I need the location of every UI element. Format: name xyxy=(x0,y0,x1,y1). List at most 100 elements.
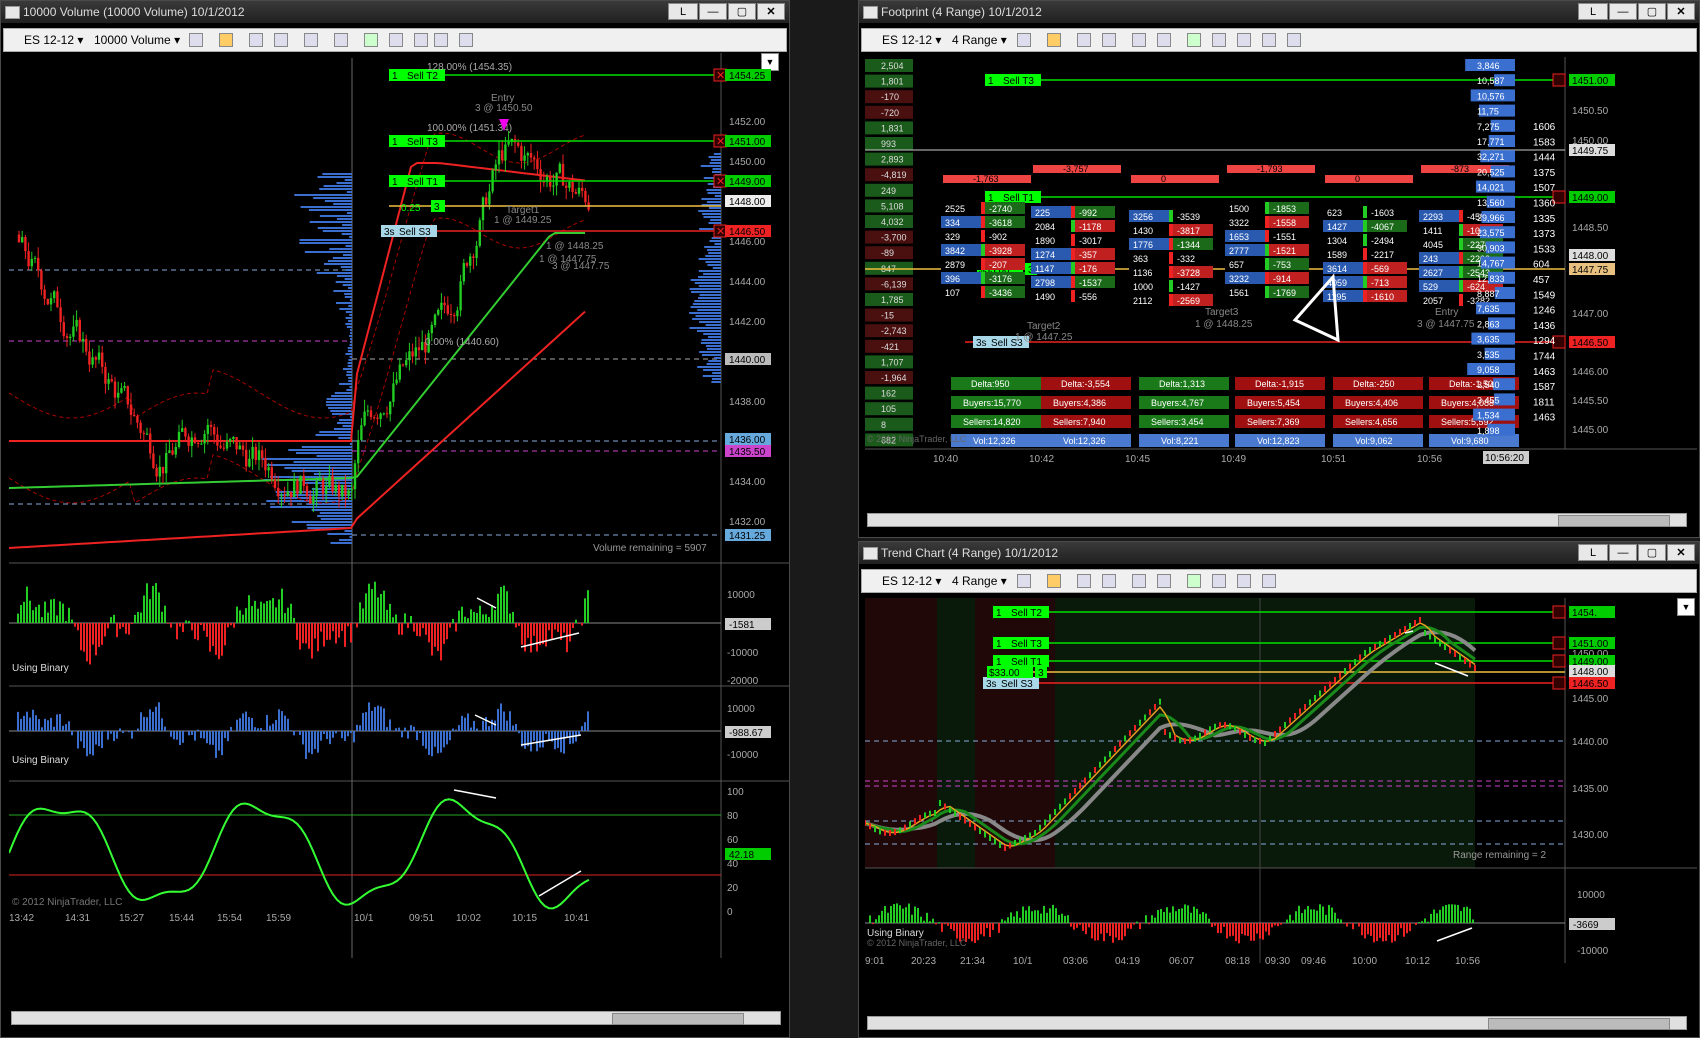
instrument-selector[interactable]: ES 12-12 ▾ xyxy=(882,32,941,48)
strategies-icon[interactable] xyxy=(414,33,428,47)
footprint-bid: 2293 xyxy=(1423,212,1443,222)
bar-type-icon[interactable] xyxy=(1017,574,1031,588)
link-button[interactable]: L xyxy=(668,3,698,20)
histogram-bar xyxy=(1181,908,1183,923)
trend-chart-area[interactable]: 1 Sell T2 1 Sell T3 1 Sell T1 3s Sell S3 $33.00 3… xyxy=(865,598,1697,1016)
minimize-icon[interactable]: — xyxy=(1609,544,1637,561)
zoom-out-icon[interactable] xyxy=(1102,33,1116,47)
link-button[interactable]: L xyxy=(1578,544,1608,561)
strategies-icon[interactable] xyxy=(1237,574,1251,588)
period-selector[interactable]: 4 Range ▾ xyxy=(952,573,1007,589)
crosshair-icon[interactable] xyxy=(1132,33,1146,47)
title-bar[interactable]: Trend Chart (4 Range) 10/1/2012 L — ▢ ✕ xyxy=(859,542,1699,564)
candle-body xyxy=(139,422,142,433)
candle-body xyxy=(1379,641,1381,647)
candle-body xyxy=(382,413,385,415)
indicators-icon[interactable] xyxy=(1212,574,1226,588)
histogram-bar xyxy=(497,593,499,623)
zoom-in-icon[interactable] xyxy=(1077,33,1091,47)
instrument-selector[interactable]: ES 12-12 ▾ xyxy=(882,573,941,589)
bar-type-icon[interactable] xyxy=(1017,33,1031,47)
histogram-bar xyxy=(1373,923,1375,943)
maximize-icon[interactable]: ▢ xyxy=(1638,544,1666,561)
chart-trader-icon[interactable] xyxy=(364,33,378,47)
footprint-candle xyxy=(1363,234,1367,246)
strategies-icon[interactable] xyxy=(1237,33,1251,47)
histogram-bar xyxy=(341,731,343,739)
histogram-bar xyxy=(467,713,469,731)
templates-icon[interactable] xyxy=(459,33,473,47)
properties-icon[interactable] xyxy=(1157,33,1171,47)
time-axis-label: 09:30 xyxy=(1265,956,1290,967)
close-icon[interactable]: ✕ xyxy=(1667,3,1695,20)
data-box-icon[interactable] xyxy=(434,33,448,47)
close-icon[interactable]: ✕ xyxy=(1667,544,1695,561)
drawing-tool-icon[interactable] xyxy=(1047,33,1061,47)
candle-body xyxy=(443,302,446,306)
horizontal-scrollbar[interactable] xyxy=(867,513,1687,527)
volume-profile-bar xyxy=(339,539,352,541)
histogram-bar xyxy=(311,623,313,659)
indicators-icon[interactable] xyxy=(389,33,403,47)
crosshair-icon[interactable] xyxy=(304,33,318,47)
volume-profile-bar xyxy=(319,512,352,514)
volume-profile-bar xyxy=(332,257,352,259)
close-icon[interactable]: ✕ xyxy=(757,3,785,20)
bar-type-icon[interactable] xyxy=(189,33,203,47)
candle-body xyxy=(494,164,497,171)
horizontal-scrollbar[interactable] xyxy=(867,1016,1687,1030)
period-selector[interactable]: 10000 Volume ▾ xyxy=(94,32,180,48)
histogram-bar xyxy=(356,724,358,731)
candle-body xyxy=(126,386,129,405)
histogram-bar xyxy=(494,610,496,623)
histogram-bar xyxy=(449,731,451,741)
instrument-selector[interactable]: ES 12-12 ▾ xyxy=(24,32,83,48)
footprint-ask: -753 xyxy=(1273,260,1291,270)
delta-cell-value: -421 xyxy=(881,342,899,352)
histogram-bar xyxy=(191,731,193,736)
histogram-bar xyxy=(431,623,433,656)
histogram-bar xyxy=(440,731,442,753)
zoom-in-icon[interactable] xyxy=(1077,574,1091,588)
histogram-bar xyxy=(1427,921,1429,923)
horizontal-scrollbar[interactable] xyxy=(11,1011,781,1025)
chart-trader-icon[interactable] xyxy=(1187,574,1201,588)
link-button[interactable]: L xyxy=(1578,3,1608,20)
drawing-tool-icon[interactable] xyxy=(219,33,233,47)
maximize-icon[interactable]: ▢ xyxy=(1638,3,1666,20)
candle-body xyxy=(449,313,453,316)
footprint-chart-area[interactable]: 2,504 1,801 -170 -720 1,831 993 2,893 -4,819 249… xyxy=(865,57,1697,513)
crosshair-icon[interactable] xyxy=(1132,574,1146,588)
volume-profile-bar xyxy=(697,366,721,368)
period-selector[interactable]: 4 Range ▾ xyxy=(952,32,1007,48)
properties-icon[interactable] xyxy=(334,33,348,47)
zoom-out-icon[interactable] xyxy=(274,33,288,47)
zoom-out-icon[interactable] xyxy=(1102,574,1116,588)
histogram-bar xyxy=(50,599,52,623)
candle-body xyxy=(337,484,341,497)
footprint-ask: -3436 xyxy=(989,288,1012,298)
candle-body xyxy=(1364,650,1366,656)
minimize-icon[interactable]: — xyxy=(1609,3,1637,20)
maximize-icon[interactable]: ▢ xyxy=(728,3,756,20)
indicators-icon[interactable] xyxy=(1212,33,1226,47)
title-bar[interactable]: Footprint (4 Range) 10/1/2012 L — ▢ ✕ xyxy=(859,1,1699,23)
candle-body xyxy=(1109,751,1111,758)
histogram-bar xyxy=(503,585,505,623)
histogram-bar xyxy=(374,581,376,623)
data-box-icon[interactable] xyxy=(1262,574,1276,588)
stat-vol: Vol:8,221 xyxy=(1161,436,1199,446)
templates-icon[interactable] xyxy=(1287,33,1301,47)
zoom-in-icon[interactable] xyxy=(249,33,263,47)
histogram-bar xyxy=(1280,923,1282,925)
properties-icon[interactable] xyxy=(1157,574,1171,588)
minimize-icon[interactable]: — xyxy=(699,3,727,20)
left-chart-area[interactable]: 1 Sell T2 ✕ 1 Sell T3 ✕ 1 Sell T1 ✕ 3s Sell S3 ✕ 0.2… xyxy=(9,53,789,1013)
drawing-tool-icon[interactable] xyxy=(1047,574,1061,588)
title-bar[interactable]: 10000 Volume (10000 Volume) 10/1/2012 L … xyxy=(1,1,789,23)
histogram-bar xyxy=(1121,923,1123,941)
data-box-icon[interactable] xyxy=(1262,33,1276,47)
chart-trader-icon[interactable] xyxy=(1187,33,1201,47)
histogram-bar xyxy=(194,623,196,640)
volume-profile-bar xyxy=(325,401,352,403)
